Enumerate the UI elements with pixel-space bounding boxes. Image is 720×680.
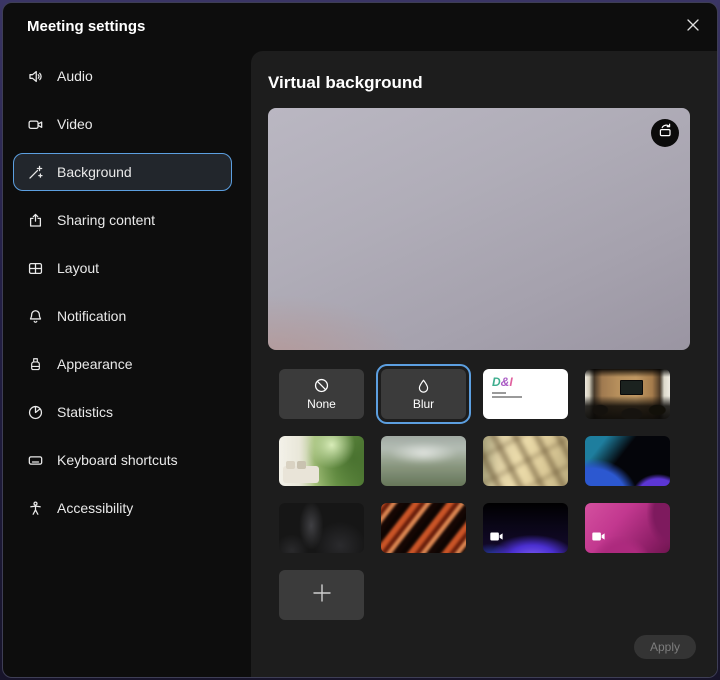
tile-label: Blur	[413, 398, 434, 411]
sidebar-item-label: Keyboard shortcuts	[57, 452, 178, 468]
sidebar-item-layout[interactable]: Layout	[13, 249, 232, 287]
sidebar-item-sharing-content[interactable]: Sharing content	[13, 201, 232, 239]
settings-sidebar: Audio Video Background Sharing content L	[3, 47, 251, 677]
sidebar-item-appearance[interactable]: Appearance	[13, 345, 232, 383]
sidebar-item-audio[interactable]: Audio	[13, 57, 232, 95]
panel-title: Virtual background	[268, 73, 423, 93]
video-camera-badge-icon	[592, 528, 605, 546]
accessibility-icon	[27, 500, 44, 517]
dni-logo-tagline	[492, 392, 568, 398]
magic-wand-icon	[27, 164, 44, 181]
background-option-lava-texture[interactable]	[381, 503, 466, 553]
sidebar-item-label: Background	[57, 164, 132, 180]
sidebar-item-label: Notification	[57, 308, 126, 324]
background-option-living-room[interactable]	[279, 436, 364, 486]
office-furniture	[585, 399, 670, 419]
blur-drop-icon	[416, 378, 431, 397]
background-option-window-light[interactable]	[483, 436, 568, 486]
bell-icon	[27, 308, 44, 325]
tile-label: None	[307, 398, 336, 411]
living-room-couch	[283, 466, 319, 483]
sidebar-item-label: Audio	[57, 68, 93, 84]
sidebar-item-label: Appearance	[57, 356, 133, 372]
plus-icon	[311, 582, 333, 609]
background-option-dark-swirl[interactable]	[279, 503, 364, 553]
sidebar-item-label: Video	[57, 116, 93, 132]
none-icon	[313, 377, 330, 397]
background-option-office-room[interactable]	[585, 369, 670, 419]
background-option-pink-waves-video[interactable]	[585, 503, 670, 553]
virtual-background-panel: Virtual background None Blur	[251, 51, 717, 677]
office-tv-screen	[620, 380, 643, 395]
paint-brush-icon	[27, 356, 44, 373]
sidebar-item-label: Layout	[57, 260, 99, 276]
dialog-title: Meeting settings	[27, 18, 145, 35]
sidebar-item-label: Statistics	[57, 404, 113, 420]
dni-logo: D&I	[492, 376, 568, 388]
sidebar-item-background[interactable]: Background	[13, 153, 232, 191]
sidebar-item-accessibility[interactable]: Accessibility	[13, 489, 232, 527]
mountains-image	[381, 436, 466, 486]
layout-grid-icon	[27, 260, 44, 277]
mirror-video-button[interactable]	[651, 119, 679, 147]
sidebar-item-statistics[interactable]: Statistics	[13, 393, 232, 431]
background-option-purple-glow-video[interactable]	[483, 503, 568, 553]
lava-image	[381, 503, 466, 553]
add-background-button[interactable]	[279, 570, 364, 620]
meeting-settings-dialog: Meeting settings Audio Video Background	[2, 2, 718, 678]
speaker-icon	[27, 68, 44, 85]
camera-preview	[268, 108, 690, 350]
sidebar-item-keyboard-shortcuts[interactable]: Keyboard shortcuts	[13, 441, 232, 479]
close-button[interactable]	[681, 15, 705, 39]
apply-button[interactable]: Apply	[634, 635, 696, 659]
video-camera-icon	[27, 116, 44, 133]
video-camera-badge-icon	[490, 528, 503, 546]
window-light-image	[483, 436, 568, 486]
pie-chart-icon	[27, 404, 44, 421]
background-option-none[interactable]: None	[279, 369, 364, 419]
sidebar-item-label: Accessibility	[57, 500, 133, 516]
sidebar-item-notification[interactable]: Notification	[13, 297, 232, 335]
close-icon	[686, 18, 700, 37]
background-option-blur[interactable]: Blur	[381, 369, 466, 419]
background-option-dni-logo[interactable]: D&I	[483, 369, 568, 419]
background-thumbnails-grid: None Blur D&I	[279, 369, 670, 620]
background-option-blue-abstract[interactable]	[585, 436, 670, 486]
sidebar-item-video[interactable]: Video	[13, 105, 232, 143]
flip-camera-icon	[657, 122, 674, 144]
share-icon	[27, 212, 44, 229]
sidebar-item-label: Sharing content	[57, 212, 155, 228]
background-option-blurred-mountains[interactable]	[381, 436, 466, 486]
keyboard-icon	[27, 452, 44, 469]
